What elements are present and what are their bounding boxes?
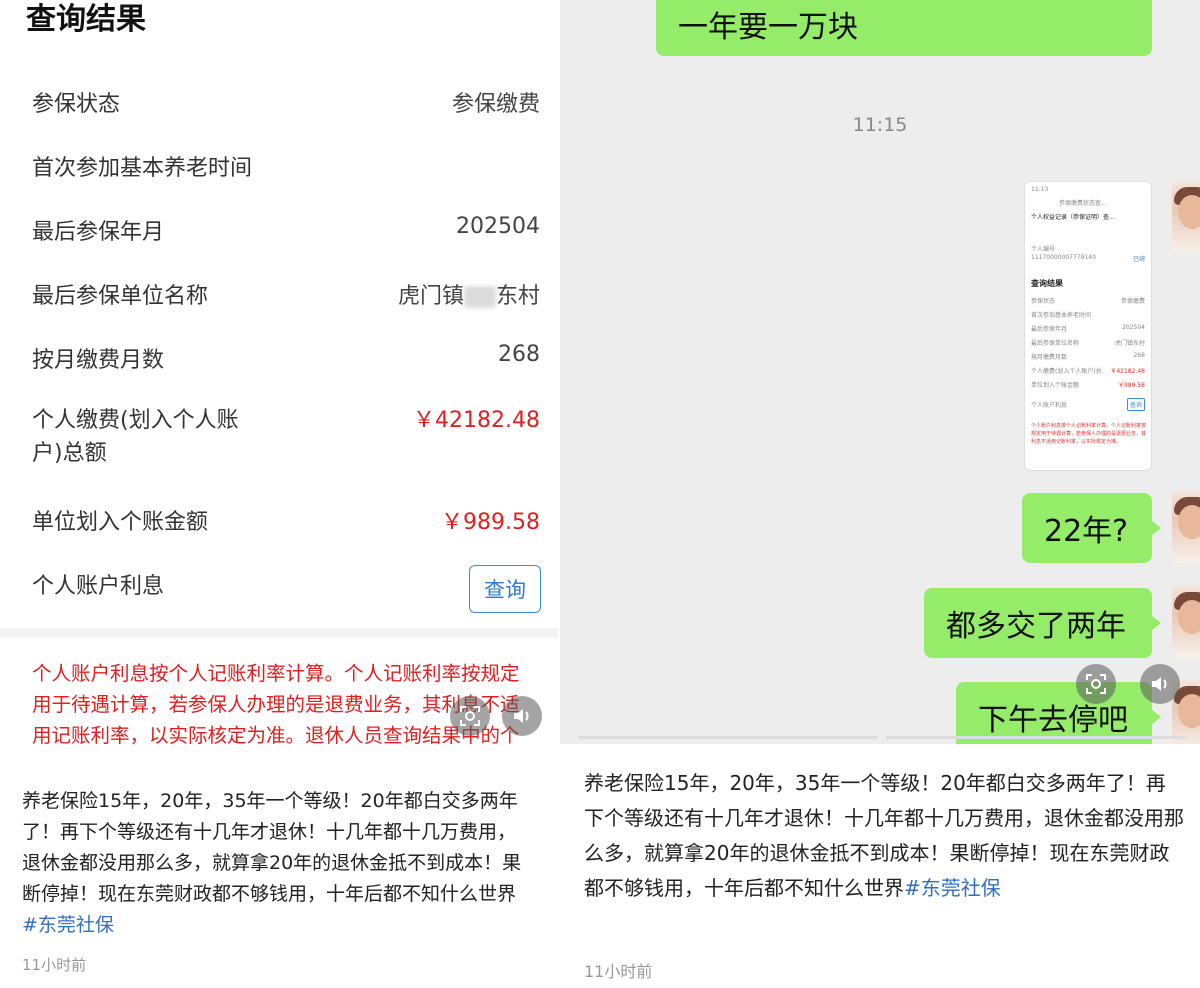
row-label: 个人账户利息 [32,574,165,599]
thumb-row-value: ￥989.58 [1118,382,1145,389]
thumb-status-time: 11:13 [1031,186,1049,193]
row-label: 参保状态 [32,92,121,117]
row-label-line2: 户)总额 [32,441,107,466]
row-label: 最后参保单位名称 [32,284,209,309]
thumb-record-title: 个人权益记录（参保证明）查... [1031,214,1115,221]
chat-area: 一年要一万块 11:15 11:13 参保缴费状态查... 个人权益记录（参保证… [560,0,1200,744]
query-button[interactable]: 查询 [469,565,541,613]
thumb-account-label: 个人编号 [1031,246,1056,253]
row-label: 按月缴费月数 [32,348,165,373]
scan-text-button[interactable] [1076,664,1116,704]
thumb-account-link: 已绑 [1132,256,1145,263]
scan-text-button[interactable] [450,696,490,736]
row-label: 首次参加基本养老时间 [32,156,253,181]
thumb-row-value: 参保缴费 [1120,298,1145,305]
pager-segment [578,736,878,739]
speaker-button[interactable] [1140,664,1180,704]
chat-timestamp: 11:15 [852,114,908,136]
thumb-row-label: 个人缴费(划入个人账户)总额 [1031,368,1101,375]
employer-suffix: 东村 [495,284,540,309]
scan-text-icon [1086,674,1106,694]
thumb-row-label: 最后参保单位名称 [1031,340,1080,347]
row-label: 单位划入个账金额 [32,510,209,535]
avatar[interactable] [1172,491,1200,563]
employer-prefix: 虎门镇 [397,284,464,309]
speaker-button[interactable] [502,696,542,736]
avatar[interactable] [1172,181,1200,253]
post-caption: 养老保险15年，20年，35年一个等级！20年都白交多两年了！再下个等级还有十几… [22,786,530,941]
row-value: 虎门镇 东村 [398,278,540,310]
thumb-row-value: 虎门镇东村 [1114,340,1145,347]
chat-bubble[interactable]: 22年? [1022,493,1161,563]
post-time: 11小时前 [22,956,87,974]
row-value: 参保缴费 [451,92,540,117]
chat-bubble[interactable]: 一年要一万块 [656,0,1152,56]
redaction-blur [463,286,496,308]
right-screenshot-panel: 一年要一万块 11:15 11:13 参保缴费状态查... 个人权益记录（参保证… [560,0,1200,988]
hashtag-link[interactable]: #东莞社保 [22,914,114,936]
thumb-row-label: 个人账户利息 [1031,402,1068,409]
speaker-icon [514,709,529,723]
row-label: 最后参保年月 [32,220,165,245]
thumb-row-value: 202504 [1122,324,1145,331]
divider [0,628,558,638]
thumb-header: 参保缴费状态查... [1059,200,1107,207]
thumb-row-label: 单位划入个账金额 [1031,382,1080,389]
thumb-row-value: ￥42182.48 [1110,368,1145,375]
thumb-section: 查询结果 [1031,279,1063,288]
caption-text: 养老保险15年，20年，35年一个等级！20年都白交多两年了！再下个等级还有十几… [22,790,522,905]
caption-text: 养老保险15年，20年，35年一个等级！20年都白交多两年了！再下个等级还有十几… [584,771,1184,900]
scan-text-icon [460,706,480,726]
image-message-thumbnail[interactable]: 11:13 参保缴费状态查... 个人权益记录（参保证明）查... 个人编号 1… [1024,181,1152,471]
row-value: ￥989.58 [441,510,540,535]
left-screenshot-panel: 查询结果 参保状态 参保缴费 首次参加基本养老时间 最后参保年月 202504 … [0,0,558,988]
pager-segment [886,736,1186,739]
thumb-row-label: 最后参保年月 [1031,326,1068,333]
row-value: ￥42182.48 [413,408,540,433]
row-label-line1: 个人缴费(划入个人账 [32,408,239,433]
thumb-notice: 个人账户利息按个人记账利率计算。个人记账利率按规定用于待遇计算，若参保人办理的是… [1031,423,1147,445]
message-text: 一年要一万块 [678,10,858,45]
thumb-query-button: 查询 [1126,398,1145,411]
thumb-row-label: 参保状态 [1031,298,1056,305]
row-value: 268 [498,342,540,367]
speaker-icon [1152,677,1167,691]
thumb-row-label: 按月缴费月数 [1031,354,1068,361]
thumb-row-value: 268 [1133,352,1145,359]
message-text: 22年? [1044,514,1129,549]
avatar[interactable] [1172,586,1200,658]
row-label: 个人缴费(划入个人账 户)总额 [32,404,239,470]
thumb-account-value: 11170000007779140 [1031,254,1096,261]
hashtag-link[interactable]: #东莞社保 [904,876,1001,900]
post-caption-block: 养老保险15年，20年，35年一个等级！20年都白交多两年了！再下个等级还有十几… [0,760,558,988]
chat-bubble[interactable]: 下午去停吧 [956,682,1161,744]
message-text: 都多交了两年 [946,609,1126,644]
image-pager-indicator [560,736,1200,740]
row-value: 202504 [456,214,540,239]
post-caption: 养老保险15年，20年，35年一个等级！20年都白交多两年了！再下个等级还有十几… [584,766,1184,906]
page-title: 查询结果 [26,2,146,37]
thumb-row-label: 首次参加基本养老时间 [1031,312,1092,319]
post-time: 11小时前 [584,962,653,981]
chat-bubble[interactable]: 都多交了两年 [924,588,1161,658]
